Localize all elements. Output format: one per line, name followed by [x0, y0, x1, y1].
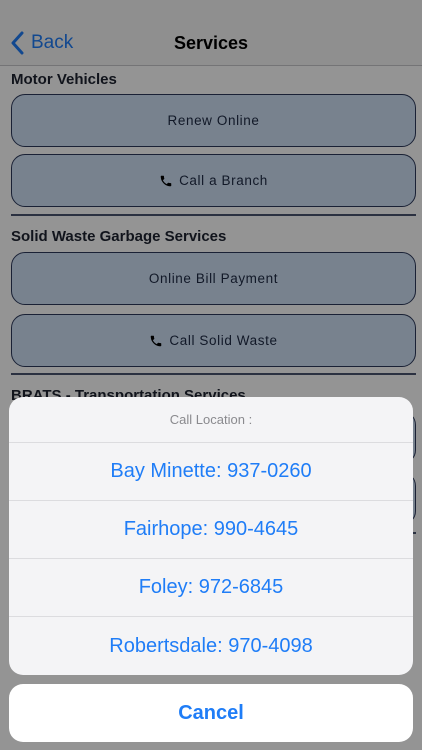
action-sheet-title: Call Location :: [9, 397, 413, 443]
option-fairhope[interactable]: Fairhope: 990-4645: [9, 501, 413, 559]
option-bay-minette[interactable]: Bay Minette: 937-0260: [9, 443, 413, 501]
cancel-button[interactable]: Cancel: [9, 684, 413, 742]
option-robertsdale[interactable]: Robertsdale: 970-4098: [9, 617, 413, 675]
option-foley[interactable]: Foley: 972-6845: [9, 559, 413, 617]
call-location-action-sheet: Call Location : Bay Minette: 937-0260 Fa…: [9, 397, 413, 675]
